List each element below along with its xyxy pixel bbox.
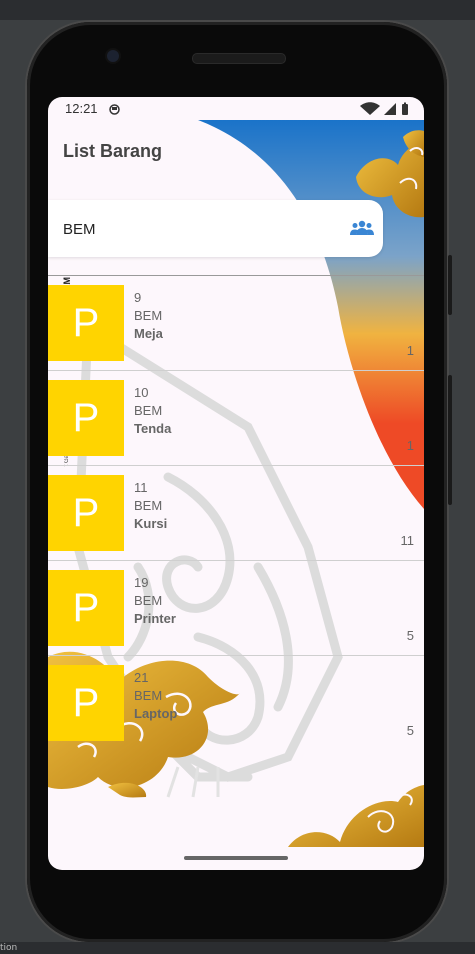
bottom-strip-text: tion — [0, 943, 18, 953]
status-bar: 12:21 — [48, 97, 424, 121]
list-item[interactable]: P 21 BEM Laptop 5 — [48, 656, 424, 750]
item-quantity: 1 — [406, 438, 414, 453]
item-quantity: 11 — [400, 533, 415, 548]
item-id: 10 — [134, 385, 149, 400]
item-thumbnail: P — [48, 475, 124, 551]
item-name: Kursi — [134, 516, 168, 531]
item-quantity: 1 — [406, 343, 414, 358]
item-name: Tenda — [134, 421, 172, 436]
list-item[interactable]: P 19 BEM Printer 5 — [48, 561, 424, 656]
power-button — [448, 255, 452, 315]
item-organization: BEM — [134, 403, 163, 418]
item-organization: BEM — [134, 593, 163, 608]
volume-button — [448, 375, 452, 505]
item-organization: BEM — [134, 498, 163, 513]
item-id: 19 — [134, 575, 149, 590]
battery-icon — [402, 104, 408, 115]
editor-bottom-strip: tion — [0, 942, 475, 954]
home-indicator[interactable] — [184, 856, 288, 860]
item-quantity: 5 — [406, 723, 414, 738]
item-name: Laptop — [134, 706, 178, 721]
organization-filter[interactable]: BEM — [48, 200, 383, 257]
wifi-icon — [360, 102, 380, 115]
status-time: 12:21 — [65, 101, 98, 116]
front-camera — [107, 50, 119, 62]
editor-top-strip — [0, 0, 475, 20]
item-id: 11 — [134, 480, 148, 495]
list-item[interactable]: P 10 BEM Tenda 1 — [48, 371, 424, 466]
filter-value: BEM — [63, 221, 96, 238]
status-icons — [358, 102, 410, 121]
item-quantity: 5 — [406, 628, 414, 643]
item-organization: BEM — [134, 308, 163, 323]
item-thumbnail: P — [48, 380, 124, 456]
earpiece-speaker — [192, 53, 286, 64]
item-list: P 9 BEM Meja 1 P 10 BEM Tenda 1 P 11 BEM… — [48, 276, 424, 750]
page-title: List Barang — [63, 141, 163, 161]
list-item[interactable]: P 9 BEM Meja 1 — [48, 276, 424, 371]
item-thumbnail: P — [48, 570, 124, 646]
item-organization: BEM — [134, 688, 163, 703]
notification-icon — [109, 102, 120, 120]
item-id: 21 — [134, 670, 149, 685]
item-name: Printer — [134, 611, 176, 626]
group-icon[interactable] — [350, 219, 374, 242]
item-thumbnail: P — [48, 665, 124, 741]
app-screen: AM t Ga 12:21 List Barang BEM P 9 BEM Me… — [48, 97, 424, 870]
list-item[interactable]: P 11 BEM Kursi 11 — [48, 466, 424, 561]
signal-icon — [384, 103, 396, 115]
item-id: 9 — [134, 290, 142, 305]
item-thumbnail: P — [48, 285, 124, 361]
item-name: Meja — [134, 326, 163, 341]
